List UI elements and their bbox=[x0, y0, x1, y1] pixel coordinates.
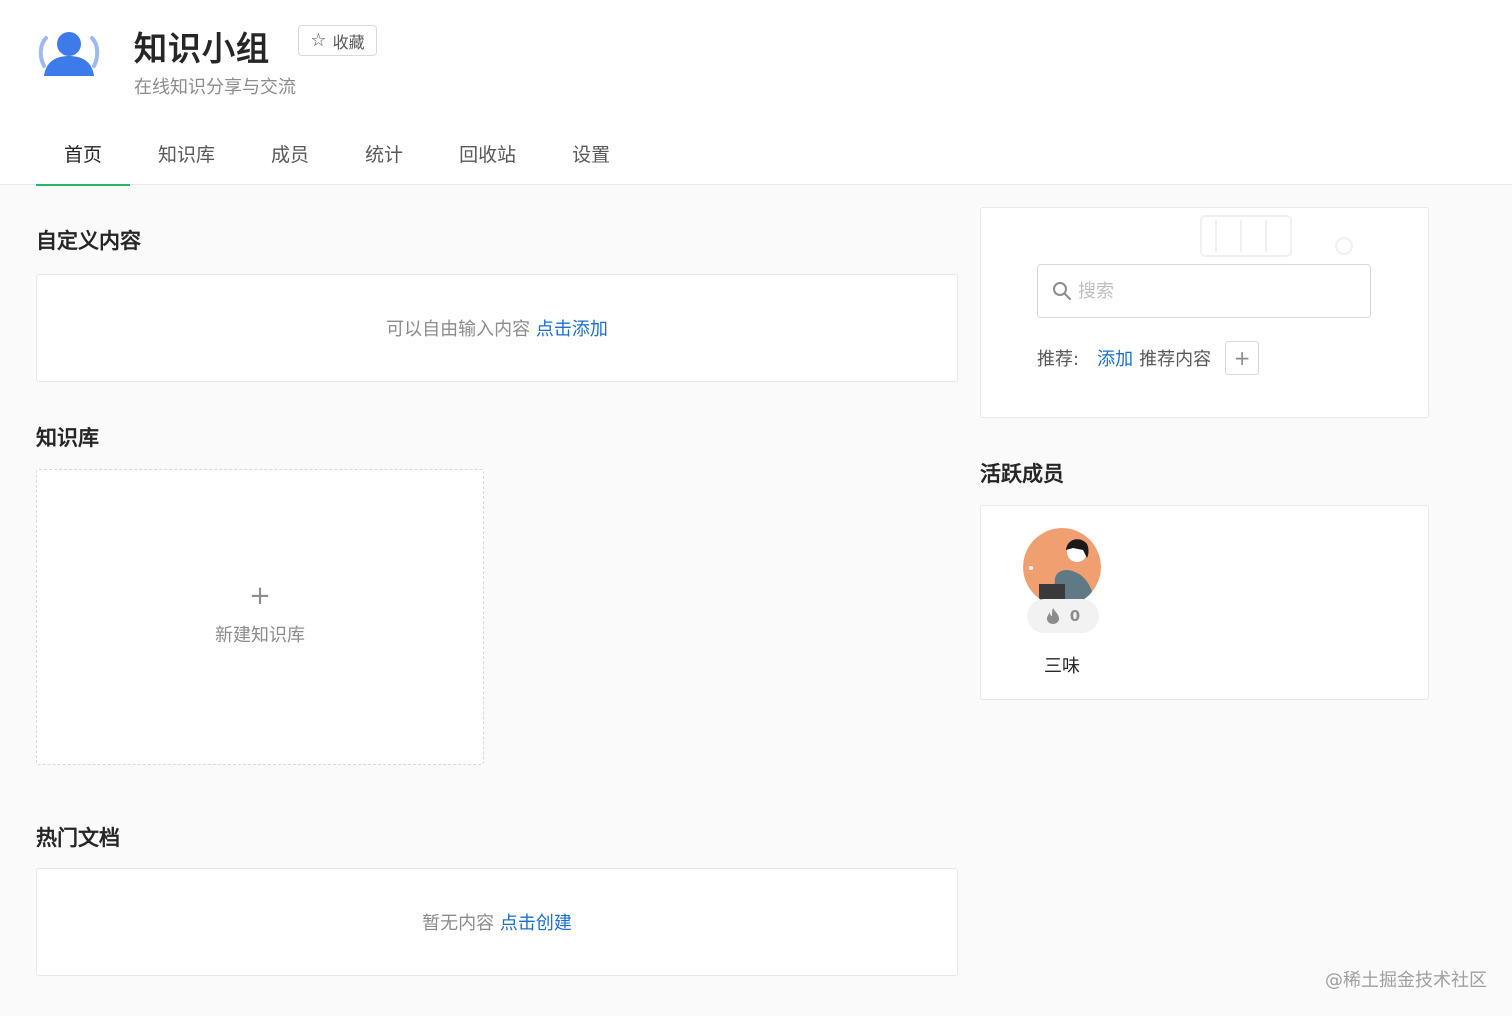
tab-members[interactable]: 成员 bbox=[243, 124, 337, 185]
knowledge-base-title: 知识库 bbox=[36, 426, 99, 450]
plus-icon: + bbox=[1233, 346, 1251, 370]
recommend-label: 推荐: bbox=[1037, 349, 1080, 370]
search-box[interactable] bbox=[1037, 264, 1371, 318]
tab-home[interactable]: 首页 bbox=[36, 124, 131, 186]
heat-badge: 0 bbox=[1027, 599, 1099, 633]
hot-docs-title: 热门文档 bbox=[36, 826, 120, 850]
custom-content-card: 可以自由输入内容 点击添加 bbox=[36, 274, 958, 382]
user-group-icon bbox=[38, 32, 100, 76]
search-input[interactable] bbox=[1078, 280, 1358, 302]
recommend-row: 推荐: 添加 推荐内容 + bbox=[1037, 341, 1260, 375]
add-custom-content-link[interactable]: 点击添加 bbox=[536, 319, 608, 340]
hot-docs-empty-text: 暂无内容 bbox=[422, 913, 495, 934]
tab-bar: 首页 知识库 成员 统计 回收站 设置 bbox=[36, 124, 638, 186]
tab-statistics[interactable]: 统计 bbox=[337, 124, 431, 185]
group-header: 知识小组 ☆ 收藏 在线知识分享与交流 首页 知识库 成员 统计 回收站 设置 bbox=[0, 0, 1512, 186]
plus-icon: + bbox=[249, 581, 271, 611]
custom-content-empty: 可以自由输入内容 点击添加 bbox=[37, 315, 957, 341]
search-card: 推荐: 添加 推荐内容 + bbox=[980, 207, 1429, 418]
add-recommend-link[interactable]: 添加 bbox=[1097, 345, 1133, 371]
search-icon bbox=[1053, 282, 1071, 300]
flame-icon bbox=[1046, 608, 1059, 624]
hot-docs-card: 暂无内容 点击创建 bbox=[36, 868, 958, 976]
group-subtitle: 在线知识分享与交流 bbox=[134, 77, 296, 98]
favorite-button[interactable]: ☆ 收藏 bbox=[298, 25, 377, 56]
tab-knowledge-base[interactable]: 知识库 bbox=[130, 124, 243, 185]
favorite-label: 收藏 bbox=[332, 32, 365, 52]
member-name: 三味 bbox=[1044, 656, 1080, 677]
hot-docs-empty: 暂无内容 点击创建 bbox=[37, 909, 957, 935]
add-recommend-button[interactable]: + bbox=[1225, 341, 1260, 375]
tab-recycle-bin[interactable]: 回收站 bbox=[431, 124, 544, 185]
new-knowledge-base-button[interactable]: + 新建知识库 bbox=[36, 469, 484, 765]
active-members-title: 活跃成员 bbox=[980, 462, 1064, 486]
custom-content-title: 自定义内容 bbox=[36, 229, 141, 253]
custom-content-empty-text: 可以自由输入内容 bbox=[386, 319, 531, 340]
group-title: 知识小组 bbox=[134, 29, 270, 68]
create-doc-link[interactable]: 点击创建 bbox=[500, 913, 572, 934]
recommend-text: 推荐内容 bbox=[1139, 349, 1212, 370]
tab-settings[interactable]: 设置 bbox=[544, 124, 638, 185]
avatar bbox=[1023, 528, 1101, 606]
star-icon: ☆ bbox=[310, 29, 327, 51]
active-members-card: 0 三味 bbox=[980, 505, 1429, 700]
new-knowledge-base-label: 新建知识库 bbox=[215, 625, 305, 646]
watermark: @稀土掘金技术社区 bbox=[1325, 970, 1487, 991]
heat-count: 0 bbox=[1069, 607, 1081, 625]
member-item[interactable]: 0 三味 bbox=[1023, 528, 1101, 677]
